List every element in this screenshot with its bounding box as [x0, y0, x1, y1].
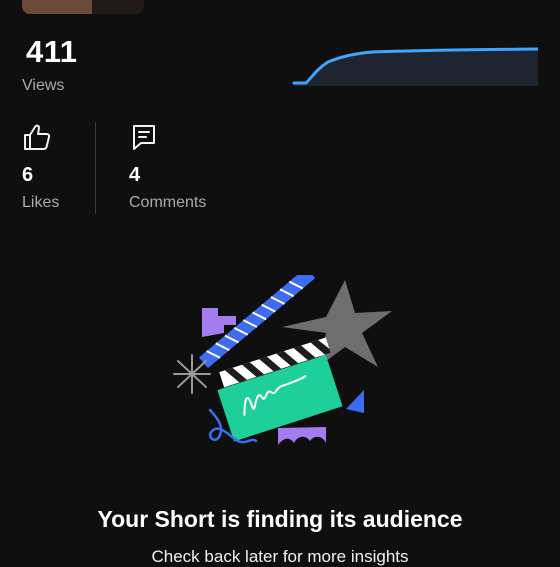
thumbnail-part — [92, 0, 144, 14]
likes-label: Likes — [22, 194, 60, 211]
purple-scallop-shape — [278, 427, 326, 445]
sparkline-area — [294, 49, 538, 86]
comments-stat: 4 Comments — [129, 122, 206, 211]
views-label: Views — [22, 77, 65, 94]
likes-stat: 6 Likes — [22, 122, 59, 211]
comments-label: Comments — [129, 194, 207, 211]
clapperboard-illustration — [173, 275, 392, 445]
stats-divider — [95, 122, 96, 214]
empty-state-title: Your Short is finding its audience — [97, 506, 463, 532]
comment-icon — [133, 125, 155, 150]
likes-count: 6 — [22, 164, 34, 186]
thumbnail-part — [22, 0, 92, 14]
thumb-up-icon — [24, 124, 51, 150]
video-thumbnail[interactable] — [22, 0, 144, 14]
empty-state-subtitle: Check back later for more insights — [151, 547, 409, 566]
comments-count: 4 — [129, 164, 141, 186]
views-sparkline — [292, 47, 538, 86]
blue-triangle-shape — [346, 390, 364, 413]
views-count: 411 — [26, 34, 78, 69]
